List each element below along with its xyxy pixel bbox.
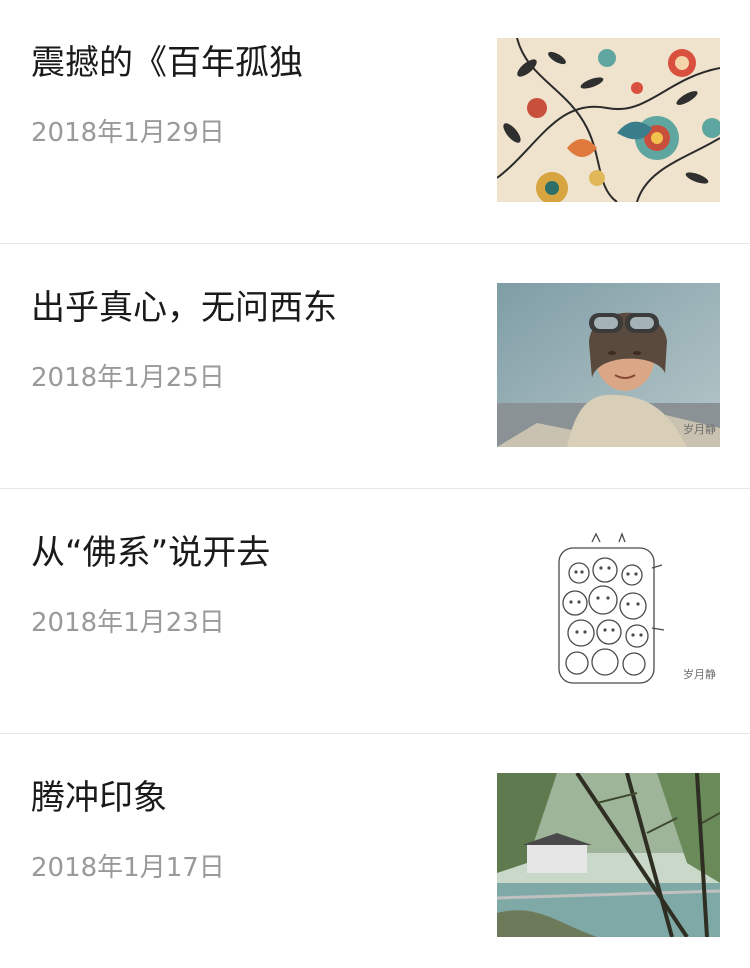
article-item[interactable]: 出乎真心，无问西东 2018年1月25日 岁月静 [0, 245, 750, 489]
article-date: 2018年1月23日 [31, 608, 225, 638]
article-date: 2018年1月25日 [31, 363, 225, 393]
floral-pattern-thumbnail[interactable] [497, 38, 720, 202]
doodle-faces-thumbnail[interactable]: 岁月静 [497, 528, 720, 692]
article-item[interactable]: 从“佛系”说开去 2018年1月23日 岁月静 [0, 490, 750, 734]
article-title[interactable]: 震撼的《百年孤独 [31, 42, 471, 84]
bamboo-river-thumbnail[interactable] [497, 773, 720, 937]
article-date: 2018年1月17日 [31, 853, 225, 883]
article-title[interactable]: 出乎真心，无问西东 [31, 287, 471, 329]
pilot-portrait-thumbnail[interactable]: 岁月静 [497, 283, 720, 447]
article-list: 震撼的《百年孤独 2018年1月29日 出乎真心，无问西东 2018年1月25日… [0, 0, 750, 968]
watermark: 岁月静 [683, 668, 716, 681]
article-date: 2018年1月29日 [31, 118, 225, 148]
article-item[interactable]: 震撼的《百年孤独 2018年1月29日 [0, 0, 750, 244]
floral-pattern-image [497, 38, 720, 202]
article-title[interactable]: 从“佛系”说开去 [31, 532, 471, 574]
article-title[interactable]: 腾冲印象 [31, 777, 471, 819]
article-item[interactable]: 腾冲印象 2018年1月17日 [0, 735, 750, 968]
watermark: 岁月静 [683, 423, 716, 436]
bamboo-river-image [497, 773, 720, 937]
